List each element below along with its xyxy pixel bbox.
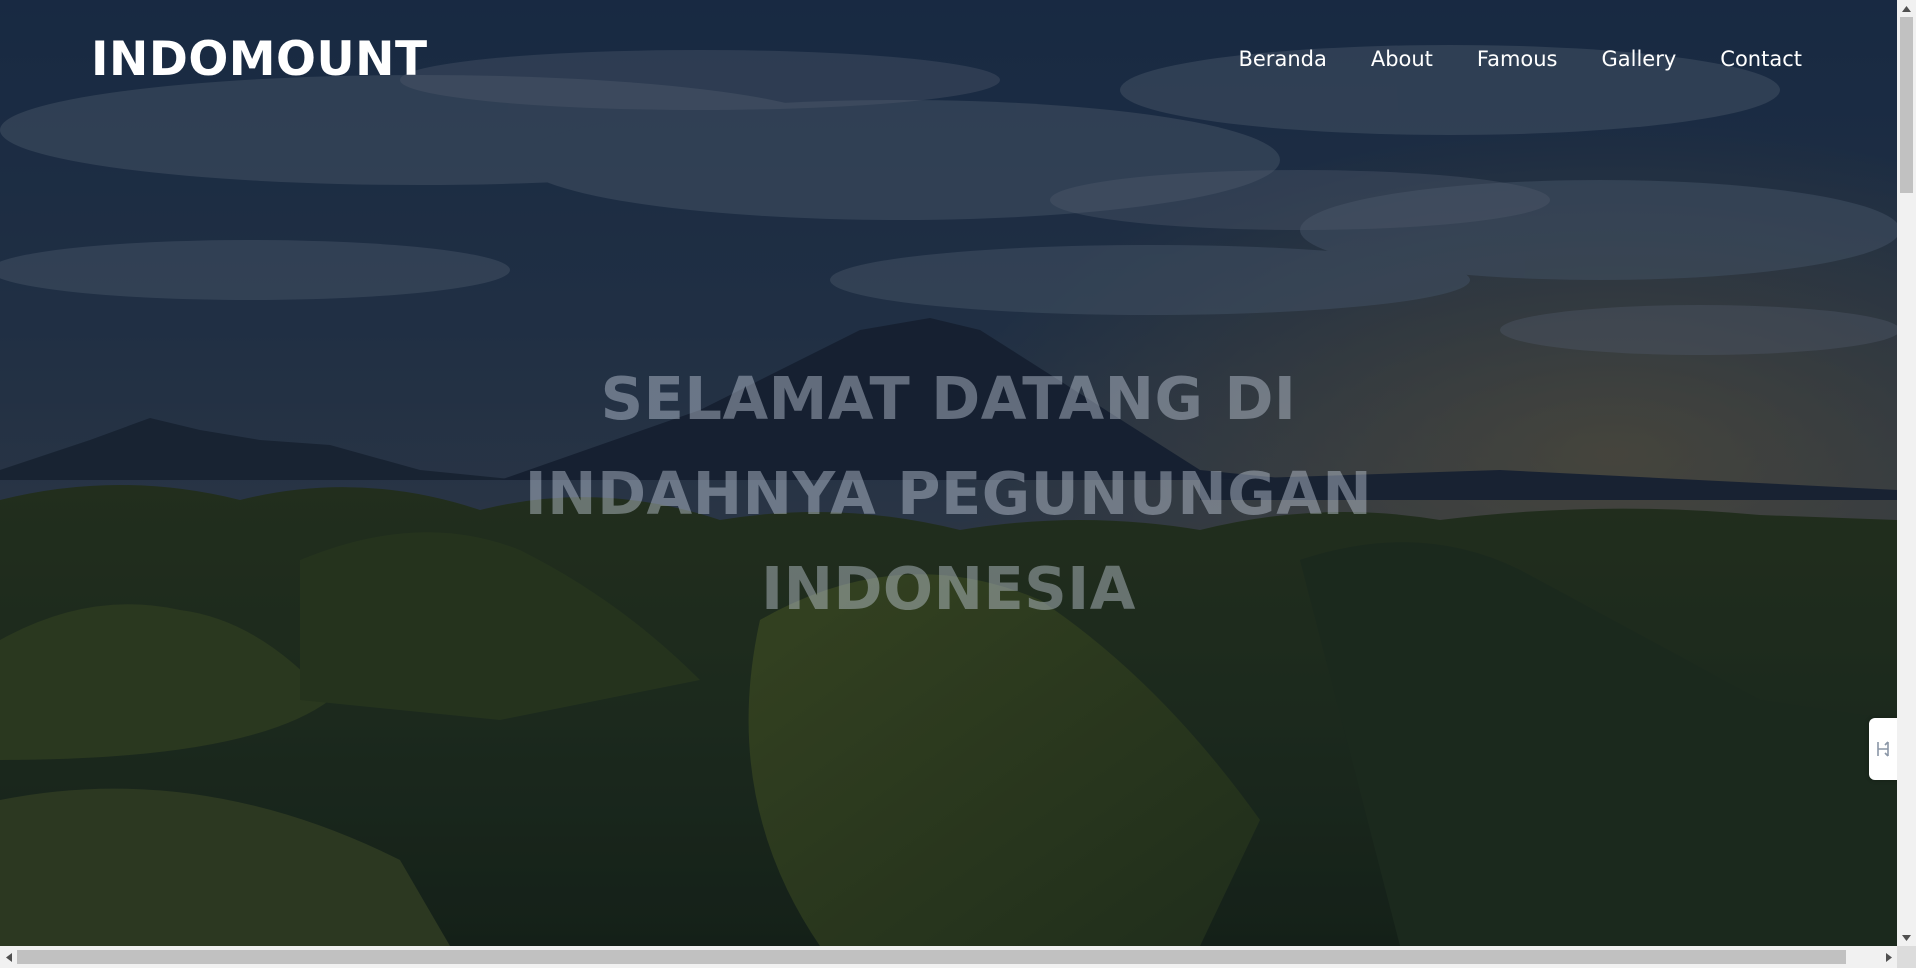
side-toolbar-toggle[interactable] (1869, 718, 1897, 780)
scroll-up-arrow-icon[interactable] (1897, 0, 1916, 17)
hero-headline-line-1: SELAMAT DATANG DI (600, 364, 1297, 434)
page-viewport: INDOMOUNT Beranda About Famous Gallery C… (0, 0, 1897, 946)
vertical-scrollbar[interactable] (1897, 0, 1916, 946)
toolbar-toggle-icon (1877, 741, 1889, 757)
scroll-left-arrow-icon[interactable] (0, 946, 17, 968)
top-navbar: INDOMOUNT Beranda About Famous Gallery C… (0, 0, 1897, 120)
scroll-right-arrow-icon[interactable] (1880, 946, 1897, 968)
nav-link-gallery[interactable]: Gallery (1602, 44, 1677, 74)
main-menu: Beranda About Famous Gallery Contact (1238, 44, 1802, 74)
hero-headline: SELAMAT DATANG DI INDAHNYA PEGUNUNGAN IN… (0, 351, 1897, 636)
nav-link-beranda[interactable]: Beranda (1238, 44, 1326, 74)
scroll-down-arrow-icon[interactable] (1897, 929, 1916, 946)
vertical-scroll-thumb[interactable] (1900, 17, 1913, 193)
nav-link-about[interactable]: About (1371, 44, 1433, 74)
site-logo[interactable]: INDOMOUNT (91, 30, 428, 90)
hero-headline-line-3: INDONESIA (761, 554, 1136, 624)
nav-link-famous[interactable]: Famous (1477, 44, 1558, 74)
hero-headline-line-2: INDAHNYA PEGUNUNGAN (524, 459, 1373, 529)
scrollbar-corner (1897, 946, 1916, 968)
nav-link-contact[interactable]: Contact (1720, 44, 1802, 74)
horizontal-scroll-thumb[interactable] (17, 950, 1846, 964)
horizontal-scrollbar[interactable] (0, 946, 1897, 968)
